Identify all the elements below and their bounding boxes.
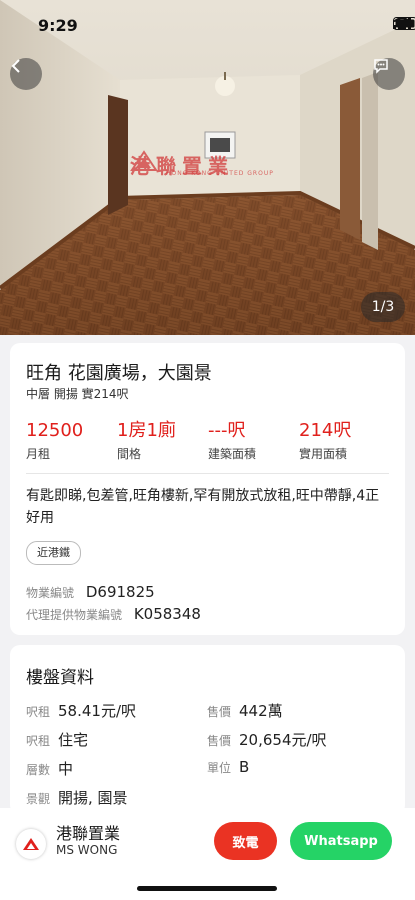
detail-value: 中 <box>58 760 74 778</box>
detail-label: 呎租 <box>26 705 51 719</box>
property-id-value: D691825 <box>85 583 155 601</box>
agent-id-row: 代理提供物業編號 K058348 <box>26 605 201 623</box>
details-section-title: 樓盤資料 <box>26 668 94 688</box>
contact-bar: 港聯置業 MS WONG 致電 Whatsapp <box>0 808 415 900</box>
stat-gross-area: ---呎 建築面積 <box>208 421 256 462</box>
stat-rent: 12500 月租 <box>26 421 83 462</box>
detail-label: 售價 <box>207 734 232 748</box>
detail-value: 開揚, 園景 <box>58 789 128 807</box>
detail-value: 20,654元/呎 <box>239 731 327 749</box>
stat-label: 建築面積 <box>208 447 257 461</box>
detail-label: 售價 <box>207 705 232 719</box>
detail-label: 單位 <box>207 761 232 775</box>
detail-item: 景觀 開揚, 園景 <box>26 787 128 808</box>
detail-value: 442萬 <box>239 702 283 720</box>
stat-label: 實用面積 <box>299 447 348 461</box>
detail-value: B <box>239 758 250 776</box>
agency-logo <box>16 829 46 859</box>
watermark-subtext: HONG KONG UNITED GROUP <box>166 170 274 177</box>
stat-saleable-area: 214呎 實用面積 <box>299 421 351 462</box>
status-bar: 9:29 <box>0 0 415 48</box>
stat-value: 1房1廁 <box>117 420 176 441</box>
home-indicator <box>137 886 277 891</box>
stat-value: ---呎 <box>208 420 246 441</box>
call-button[interactable]: 致電 <box>214 822 277 860</box>
detail-item: 呎租 58.41元/呎 <box>26 700 136 721</box>
detail-label: 層數 <box>26 763 51 777</box>
property-details-card: 樓盤資料 呎租 58.41元/呎 售價 442萬 呎租 住宅 售價 20,654元/呎 … <box>10 645 405 815</box>
listing-description: 有匙即睇,包差管,旺角樓新,罕有開放式放租,旺中帶靜,4正好用 <box>26 488 380 526</box>
chat-bubble-icon <box>374 59 388 74</box>
agency-name: 港聯置業 <box>56 824 121 843</box>
stat-value: 12500 <box>26 420 84 441</box>
agency-logo-icon <box>23 838 39 850</box>
battery-icon <box>393 17 415 30</box>
divider <box>26 473 389 474</box>
stat-layout: 1房1廁 間格 <box>117 421 176 462</box>
status-time: 9:29 <box>38 16 78 35</box>
detail-label: 呎租 <box>26 734 51 748</box>
listing-summary-card: 旺角 花園廣場，大園景 中層 開揚 實214呎 12500 月租 1房1廁 間格… <box>10 343 405 635</box>
listing-title: 旺角 花園廣場，大園景 <box>26 363 212 384</box>
chevron-left-icon <box>11 59 20 73</box>
detail-value: 58.41元/呎 <box>58 702 137 720</box>
back-button[interactable] <box>10 58 42 90</box>
property-id-label: 物業編號 <box>26 586 75 600</box>
detail-label: 景觀 <box>26 792 51 806</box>
whatsapp-button[interactable]: Whatsapp <box>290 822 392 860</box>
key-stats: 12500 月租 1房1廁 間格 ---呎 建築面積 214呎 實用面積 <box>26 421 389 462</box>
detail-item: 售價 20,654元/呎 <box>207 729 327 750</box>
stat-label: 月租 <box>26 447 51 461</box>
detail-item: 呎租 住宅 <box>26 729 88 750</box>
stat-label: 間格 <box>117 447 142 461</box>
watermark-logo-icon <box>130 150 158 171</box>
message-button[interactable] <box>373 58 405 90</box>
detail-value: 住宅 <box>58 731 89 749</box>
property-id-row: 物業編號 D691825 <box>26 583 155 601</box>
feature-tag: 近港鐵 <box>26 541 81 565</box>
detail-item: 售價 442萬 <box>207 700 283 721</box>
stat-value: 214呎 <box>299 420 352 441</box>
agent-id-label: 代理提供物業編號 <box>26 608 123 622</box>
listing-subtitle: 中層 開揚 實214呎 <box>26 387 129 401</box>
agent-id-value: K058348 <box>133 605 201 623</box>
detail-item: 單位 B <box>207 758 249 776</box>
hero-photo[interactable]: 港聯置業 HONG KONG UNITED GROUP 9:29 1/3 <box>0 0 415 335</box>
detail-item: 層數中 <box>26 758 73 779</box>
agent-name: MS WONG <box>56 843 118 857</box>
photo-counter: 1/3 <box>361 292 405 322</box>
